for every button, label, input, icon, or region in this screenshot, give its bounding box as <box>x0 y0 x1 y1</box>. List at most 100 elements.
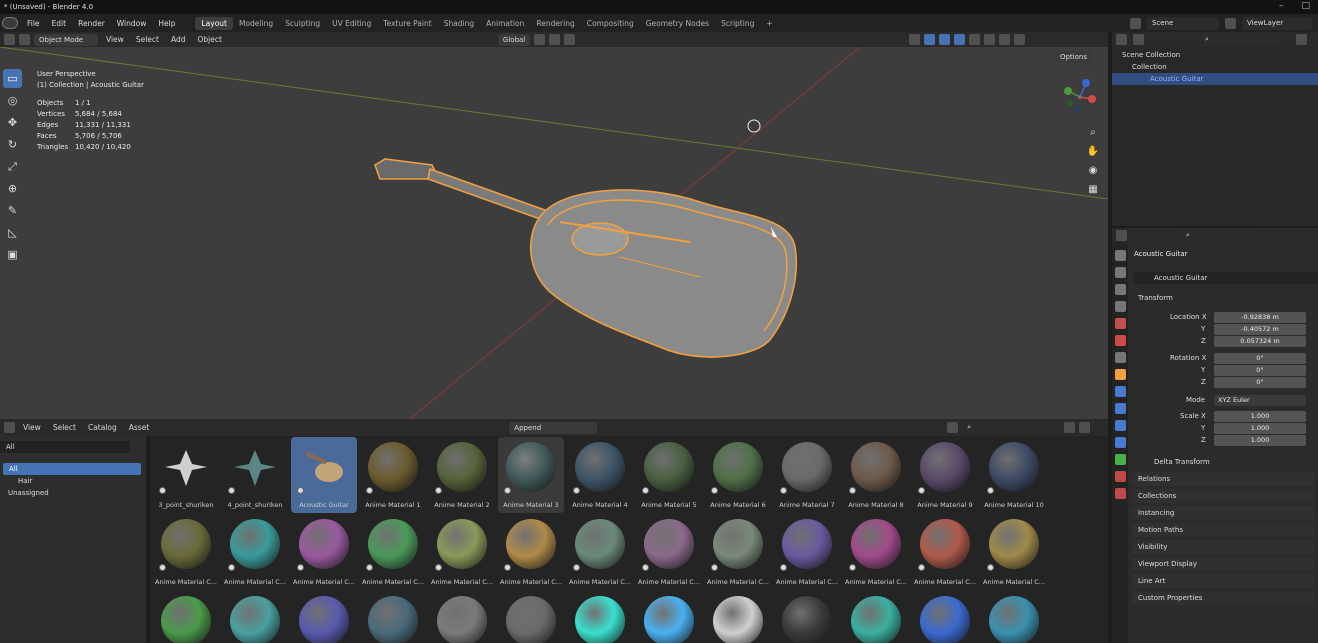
annotate-tool-icon[interactable]: ✎ <box>3 201 22 220</box>
orientation-dropdown[interactable]: Global <box>497 33 531 46</box>
snap-icon[interactable] <box>549 34 561 45</box>
render-tab-icon[interactable] <box>1114 267 1126 278</box>
tab-animation[interactable]: Animation <box>480 17 530 30</box>
asset-tile[interactable]: Anime Material 9 <box>912 437 978 513</box>
tool-tab-icon[interactable] <box>1114 250 1126 261</box>
asset-tile[interactable] <box>498 591 564 643</box>
asset-tile[interactable]: Anime Material C... <box>291 514 357 590</box>
move-tool-icon[interactable]: ✥ <box>3 113 22 132</box>
outliner-scene-collection[interactable]: Scene Collection <box>1112 49 1318 61</box>
modifier-tab-icon[interactable] <box>1114 386 1126 397</box>
menu-select[interactable]: Select <box>132 35 163 44</box>
pivot-icon[interactable] <box>534 34 546 45</box>
shading-solid-icon[interactable] <box>984 34 996 45</box>
scale-y-field[interactable]: 1.000 <box>1214 423 1306 434</box>
particles-tab-icon[interactable] <box>1114 403 1126 414</box>
outliner-collection[interactable]: Collection <box>1112 61 1318 73</box>
asset-tile[interactable] <box>429 591 495 643</box>
asset-tile[interactable]: Anime Material C... <box>912 514 978 590</box>
panel-viewport-display[interactable]: Viewport Display <box>1132 557 1314 571</box>
scale-z-field[interactable]: 1.000 <box>1214 435 1306 446</box>
scene-field[interactable]: Scene <box>1147 16 1219 30</box>
panel-custom-properties[interactable]: Custom Properties <box>1132 591 1314 605</box>
panel-instancing[interactable]: Instancing <box>1132 506 1314 520</box>
material-tab-icon[interactable] <box>1114 471 1126 482</box>
editor-type-icon[interactable] <box>1116 229 1127 241</box>
library-dropdown[interactable]: All <box>0 441 130 453</box>
object-tab-icon[interactable] <box>1114 369 1126 380</box>
3d-viewport[interactable]: ▭ ◎ ✥ ↻ ⤢ ⊕ ✎ ◺ ▣ User Perspective (1) C… <box>0 47 1108 419</box>
collection-tab-icon[interactable] <box>1114 352 1126 363</box>
menu-object[interactable]: Object <box>193 35 225 44</box>
asset-tile[interactable]: Acoustic Guitar <box>291 437 357 513</box>
menu-help[interactable]: Help <box>152 19 181 28</box>
asset-tile[interactable]: Anime Material 4 <box>567 437 633 513</box>
output-tab-icon[interactable] <box>1114 284 1126 295</box>
blender-logo-icon[interactable] <box>2 17 18 29</box>
cursor-tool-icon[interactable]: ◎ <box>3 91 22 110</box>
ortho-grid-icon[interactable]: ▦ <box>1086 182 1100 196</box>
menu-select[interactable]: Select <box>49 423 80 432</box>
gizmo-toggle-icon[interactable] <box>924 34 936 45</box>
location-y-field[interactable]: -0.40572 m <box>1214 324 1306 335</box>
menu-edit[interactable]: Edit <box>46 19 73 28</box>
asset-tile[interactable]: Anime Material C... <box>567 514 633 590</box>
display-mode-icon[interactable] <box>1133 33 1144 45</box>
editor-type-icon[interactable] <box>1116 33 1127 45</box>
asset-tile[interactable]: 4_point_shuriken <box>222 437 288 513</box>
tab-layout[interactable]: Layout <box>195 16 233 30</box>
outliner-object[interactable]: Acoustic Guitar <box>1112 73 1318 85</box>
import-method-dropdown[interactable]: Append <box>509 421 598 434</box>
asset-tile[interactable] <box>774 591 840 643</box>
texture-tab-icon[interactable] <box>1114 488 1126 499</box>
constraints-tab-icon[interactable] <box>1114 437 1126 448</box>
zoom-icon[interactable]: ⌕ <box>1086 125 1100 139</box>
physics-tab-icon[interactable] <box>1114 420 1126 431</box>
tab-modeling[interactable]: Modeling <box>233 17 279 30</box>
asset-tile[interactable]: Anime Material 5 <box>636 437 702 513</box>
menu-window[interactable]: Window <box>111 19 153 28</box>
transform-tool-icon[interactable]: ⊕ <box>3 179 22 198</box>
object-name-field[interactable]: Acoustic Guitar <box>1134 272 1318 284</box>
panel-visibility[interactable]: Visibility <box>1132 540 1314 554</box>
shading-material-icon[interactable] <box>999 34 1011 45</box>
scale-x-field[interactable]: 1.000 <box>1214 411 1306 422</box>
asset-tile[interactable]: Anime Material C... <box>429 514 495 590</box>
asset-tile[interactable] <box>981 591 1047 643</box>
transform-panel-header[interactable]: Transform <box>1138 294 1173 302</box>
asset-tile[interactable]: Anime Material C... <box>981 514 1047 590</box>
minimize-icon[interactable]: – <box>1279 1 1284 11</box>
overlay-toggle-icon[interactable] <box>939 34 951 45</box>
view-layer-field[interactable]: ViewLayer <box>1242 16 1312 30</box>
add-workspace-icon[interactable]: + <box>760 17 778 30</box>
catalog-hair[interactable]: Hair <box>0 475 146 487</box>
camera-view-icon[interactable]: ◉ <box>1086 163 1100 177</box>
asset-search-input[interactable]: ⌕ <box>962 421 1061 434</box>
view-layer-tab-icon[interactable] <box>1114 301 1126 312</box>
menu-catalog[interactable]: Catalog <box>84 423 121 432</box>
menu-file[interactable]: File <box>21 19 46 28</box>
tab-texture-paint[interactable]: Texture Paint <box>377 17 437 30</box>
asset-tile[interactable] <box>153 591 219 643</box>
display-size-icon[interactable] <box>947 422 959 433</box>
rotation-y-field[interactable]: 0° <box>1214 365 1306 376</box>
asset-tile[interactable] <box>705 591 771 643</box>
settings-gear-icon[interactable] <box>1079 422 1091 433</box>
tab-sculpting[interactable]: Sculpting <box>279 17 326 30</box>
visibility-icon[interactable] <box>909 34 921 45</box>
menu-view[interactable]: View <box>19 423 45 432</box>
menu-view[interactable]: View <box>102 35 128 44</box>
asset-tile[interactable]: Anime Material 8 <box>843 437 909 513</box>
tab-rendering[interactable]: Rendering <box>530 17 580 30</box>
world-tab-icon[interactable] <box>1114 335 1126 346</box>
panel-motion-paths[interactable]: Motion Paths <box>1132 523 1314 537</box>
select-mode-icon[interactable] <box>19 34 30 45</box>
rotate-tool-icon[interactable]: ↻ <box>3 135 22 154</box>
catalog-all[interactable]: All <box>3 463 141 475</box>
select-box-tool-icon[interactable]: ▭ <box>3 69 22 88</box>
panel-collections[interactable]: Collections <box>1132 489 1314 503</box>
location-z-field[interactable]: 0.057324 m <box>1214 336 1306 347</box>
mode-dropdown[interactable]: Object Mode <box>34 33 98 46</box>
asset-tile[interactable]: Anime Material C... <box>153 514 219 590</box>
rotation-z-field[interactable]: 0° <box>1214 377 1306 388</box>
